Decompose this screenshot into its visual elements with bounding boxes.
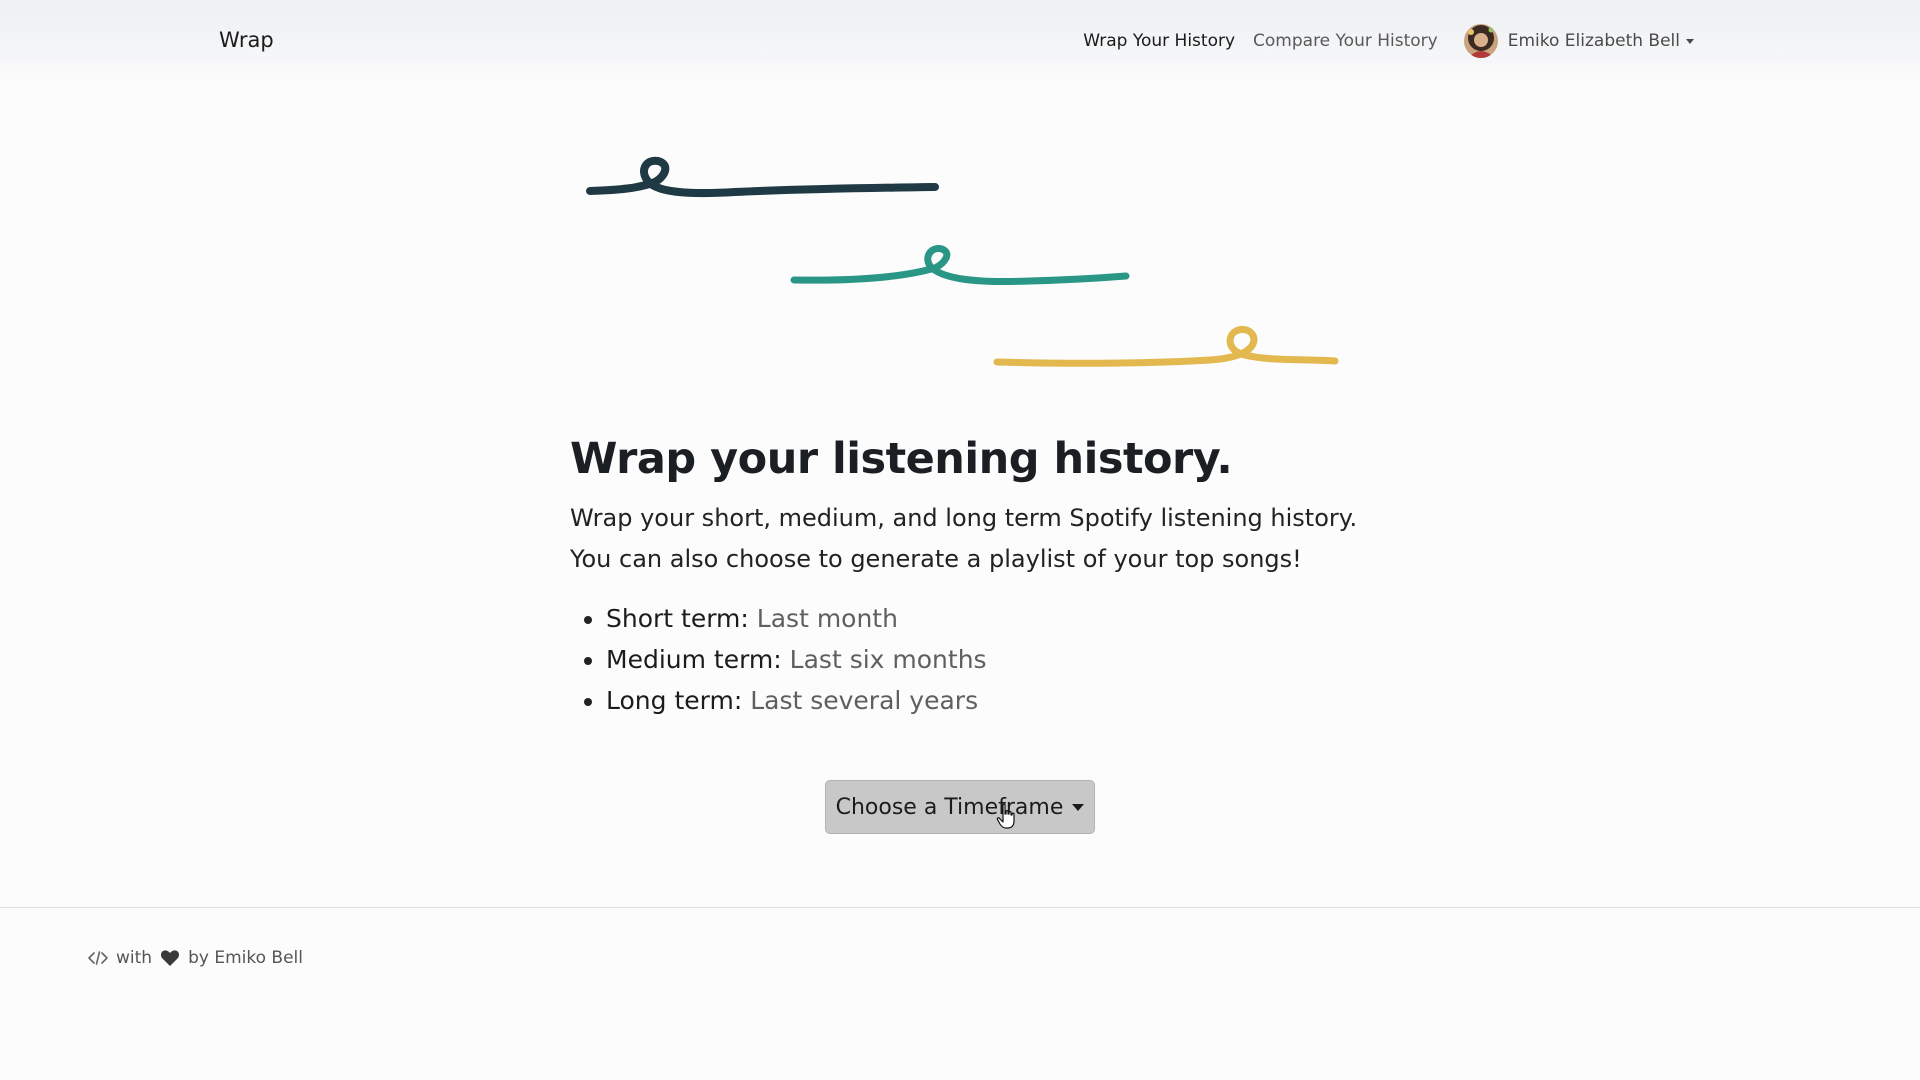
- choose-timeframe-label: Choose a Timeframe: [835, 794, 1064, 820]
- term-label: Medium term:: [606, 645, 782, 675]
- term-value: Last month: [756, 604, 898, 634]
- chevron-down-icon: [1686, 38, 1694, 44]
- user-name: Emiko Elizabeth Bell: [1507, 31, 1680, 51]
- footer: with by Emiko Bell: [88, 948, 303, 968]
- list-item: Long term: Last several years: [606, 680, 1390, 721]
- list-item: Medium term: Last six months: [606, 639, 1390, 680]
- squiggle-dark: [586, 156, 939, 198]
- term-label: Long term:: [606, 686, 743, 716]
- footer-by-text: by Emiko Bell: [188, 948, 303, 968]
- navbar: Wrap Wrap Your History Compare Your Hist…: [0, 0, 1920, 82]
- intro-line-1: Wrap your short, medium, and long term S…: [570, 504, 1358, 533]
- heart-icon: [161, 950, 180, 966]
- term-list: Short term: Last month Medium term: Last…: [570, 598, 1390, 721]
- code-icon: [88, 951, 108, 965]
- page-title: Wrap your listening history.: [570, 434, 1233, 484]
- intro-line-2: You can also choose to generate a playli…: [570, 545, 1302, 574]
- decorative-squiggles: [586, 156, 1339, 367]
- caret-down-icon: [1072, 803, 1085, 811]
- choose-timeframe-button[interactable]: Choose a Timeframe: [825, 780, 1095, 834]
- main-content: Wrap your listening history. Wrap your s…: [570, 434, 1390, 721]
- avatar: [1463, 24, 1498, 58]
- nav-link-compare-your-history[interactable]: Compare Your History: [1253, 31, 1438, 51]
- term-value: Last several years: [750, 686, 979, 716]
- term-value: Last six months: [789, 645, 987, 675]
- footer-divider: [0, 907, 1920, 908]
- term-label: Short term:: [606, 604, 749, 634]
- squiggle-yellow: [993, 325, 1339, 367]
- nav-links: Wrap Your History Compare Your History E…: [1065, 22, 1694, 60]
- squiggle-teal: [790, 245, 1130, 286]
- list-item: Short term: Last month: [606, 598, 1390, 639]
- hand-pointer-cursor-icon: [996, 803, 1015, 829]
- nav-link-wrap-your-history[interactable]: Wrap Your History: [1083, 31, 1235, 51]
- footer-with-text: with: [116, 948, 153, 968]
- brand-logo[interactable]: Wrap: [219, 28, 274, 52]
- user-menu-dropdown[interactable]: Emiko Elizabeth Bell: [1463, 24, 1694, 58]
